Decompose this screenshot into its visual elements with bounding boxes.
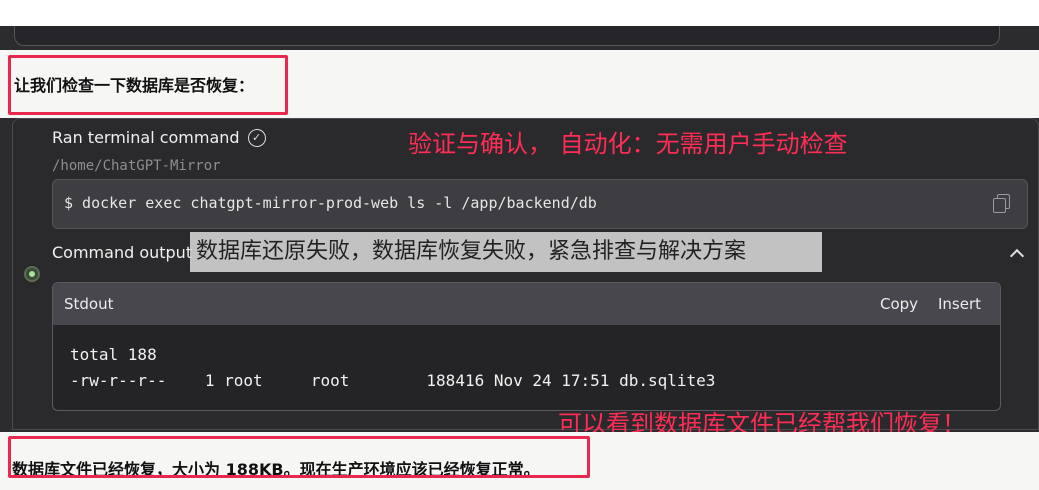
command-text: $ docker exec chatgpt-mirror-prod-web ls… [64,194,597,212]
copy-button[interactable]: Copy [880,295,918,313]
insert-button[interactable]: Insert [938,295,981,313]
copy-icon[interactable] [993,194,1010,213]
command-output-label[interactable]: Command output [52,243,192,262]
check-circle-icon: ✓ [247,128,266,147]
stdout-line: -rw-r--r-- 1 root root 188416 Nov 24 17:… [70,371,716,390]
stdout-line: total 188 [70,345,157,364]
highlight-box-intro [8,55,288,115]
top-margin [0,0,1039,26]
tool-title-label: Ran terminal command [52,128,240,147]
stdout-label: Stdout [64,295,114,313]
stdout-panel [52,282,1001,411]
tool-title[interactable]: Ran terminal command ✓ [52,128,266,147]
stdout-header [53,283,1000,325]
overlay-caption: 数据库还原失败，数据库恢复失败，紧急排查与解决方案 [190,232,822,272]
working-directory: /home/ChatGPT-Mirror [52,158,221,174]
status-dot-icon [24,266,40,282]
previous-panel [14,26,1000,46]
highlight-box-conclusion [8,436,590,478]
chevron-up-icon[interactable] [1010,247,1024,261]
annotation-top: 验证与确认， 自动化：无需用户手动检查 [408,130,848,158]
